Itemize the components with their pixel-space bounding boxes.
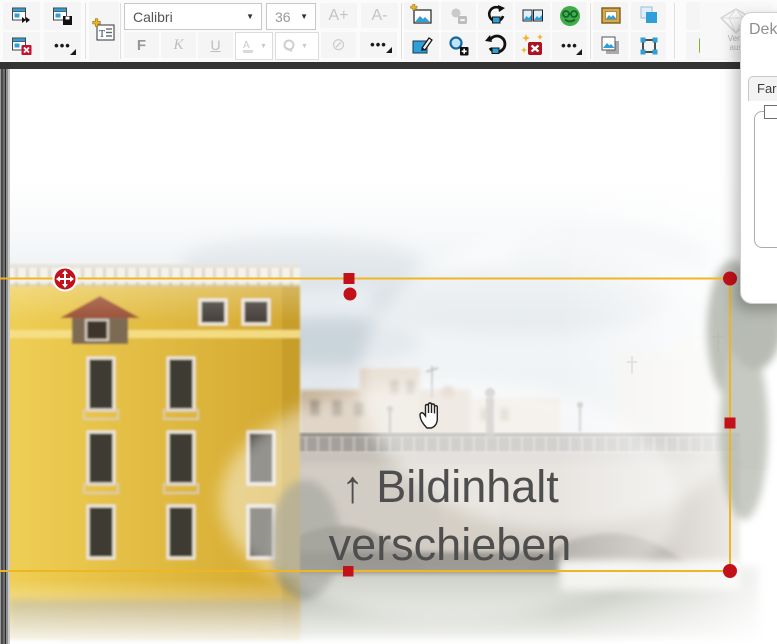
undo-icon: [484, 34, 506, 54]
separator: [674, 3, 675, 59]
handle-bottom-right[interactable]: [723, 564, 737, 578]
more-icon: •••: [54, 38, 71, 53]
underline-button[interactable]: U: [198, 32, 233, 58]
move-image-hint: ↑ Bildinhalt verschieben: [270, 458, 630, 574]
edit-image-button[interactable]: [404, 32, 439, 60]
handle-top-right[interactable]: [723, 271, 737, 286]
border-select-icon: [640, 37, 657, 55]
more-documents-button[interactable]: •••: [44, 32, 81, 60]
smiley-button[interactable]: [552, 2, 587, 30]
move-handle-icon[interactable]: [52, 266, 78, 292]
more-corner-icon: [386, 47, 392, 53]
transparency-button[interactable]: [631, 2, 666, 30]
fill-color-icon: [283, 39, 295, 52]
font-increase-button[interactable]: A+: [320, 3, 357, 28]
hint-line2: verschieben: [328, 519, 572, 570]
clear-format-icon: ⊘: [331, 35, 346, 54]
fill-color-dropdown[interactable]: ▼: [275, 32, 319, 60]
zoom-add-button[interactable]: [441, 32, 476, 60]
clear-format-button[interactable]: ⊘: [321, 32, 356, 58]
more-corner-icon: [70, 49, 76, 55]
font-decrease-label: A-: [371, 6, 388, 24]
chevron-down-icon: ▼: [260, 42, 267, 50]
add-image-button[interactable]: [404, 2, 439, 30]
panel-groupbox: [754, 111, 777, 248]
rotate-button[interactable]: [478, 2, 513, 30]
bold-button[interactable]: F: [124, 32, 159, 58]
font-color-icon: A: [243, 40, 253, 53]
remove-disabled-icon: [451, 8, 467, 24]
smiley-icon: [559, 6, 580, 26]
more-corner-icon: [576, 49, 582, 55]
remove-effects-icon: [520, 34, 543, 55]
font-increase-label: A+: [328, 6, 349, 24]
apply-doc-button[interactable]: [3, 2, 40, 30]
frame-button[interactable]: [593, 2, 628, 30]
svg-text:A: A: [243, 40, 250, 51]
swap-images-icon: [522, 9, 543, 22]
bold-label: F: [136, 36, 147, 54]
remove-effects-button[interactable]: [515, 32, 550, 60]
deko-panel: Deko Farb: [740, 12, 777, 304]
font-name-select[interactable]: Calibri ▼: [124, 3, 262, 30]
tab-farben[interactable]: Farb: [748, 76, 777, 101]
font-color-dropdown[interactable]: A ▼: [235, 32, 273, 60]
transparency-icon: [640, 6, 657, 23]
toolbar-bottom-bar: [0, 62, 777, 69]
font-size-value: 36: [275, 8, 291, 25]
canvas-left-edge: [0, 69, 10, 644]
separator: [85, 3, 86, 59]
chevron-down-icon: ▼: [300, 12, 308, 21]
separator: [120, 3, 121, 59]
panel-title: Deko: [749, 21, 777, 38]
underline-label: U: [210, 37, 221, 53]
panel-checkbox[interactable]: [764, 105, 777, 119]
delete-doc-icon: [11, 37, 31, 55]
font-decrease-button[interactable]: A-: [361, 3, 398, 28]
chevron-down-icon: ▼: [246, 12, 254, 21]
toolbar: ••• T Calibri ▼ 36 ▼ A+ A- F K U A ▼ ▼ ⊘…: [0, 0, 777, 62]
apply-doc-icon: [11, 7, 30, 23]
more-text-button[interactable]: •••: [360, 32, 397, 58]
delete-doc-button[interactable]: [3, 32, 40, 60]
separator: [590, 3, 591, 59]
add-textframe-button[interactable]: T: [89, 2, 119, 60]
separator: [401, 3, 402, 59]
italic-button[interactable]: K: [161, 32, 196, 58]
handle-rotate[interactable]: [343, 287, 357, 301]
shadow-button[interactable]: [593, 32, 628, 60]
edit-image-icon: [412, 37, 433, 54]
add-image-icon: [409, 4, 432, 24]
hint-line1: ↑ Bildinhalt: [341, 461, 559, 512]
font-size-select[interactable]: 36 ▼: [266, 3, 316, 30]
more-image-button[interactable]: •••: [552, 32, 587, 60]
undo-button[interactable]: [478, 32, 513, 60]
handle-top-middle[interactable]: [343, 273, 355, 284]
shadow-icon: [601, 36, 619, 54]
frame-icon: [600, 7, 621, 24]
save-doc-icon: [52, 7, 72, 25]
remove-disabled-button: [441, 2, 476, 30]
font-name-value: Calibri: [133, 8, 173, 25]
rotate-icon: [487, 5, 505, 24]
swap-images-button[interactable]: [515, 2, 550, 30]
add-textframe-icon: T: [92, 18, 115, 41]
svg-text:T: T: [99, 29, 105, 40]
italic-label: K: [173, 36, 184, 53]
handle-right-middle[interactable]: [724, 417, 736, 429]
save-doc-button[interactable]: [44, 2, 81, 30]
more-icon: •••: [370, 37, 387, 52]
chevron-down-icon: ▼: [301, 42, 308, 50]
border-select-button[interactable]: [631, 32, 666, 60]
zoom-add-icon: [448, 36, 468, 56]
